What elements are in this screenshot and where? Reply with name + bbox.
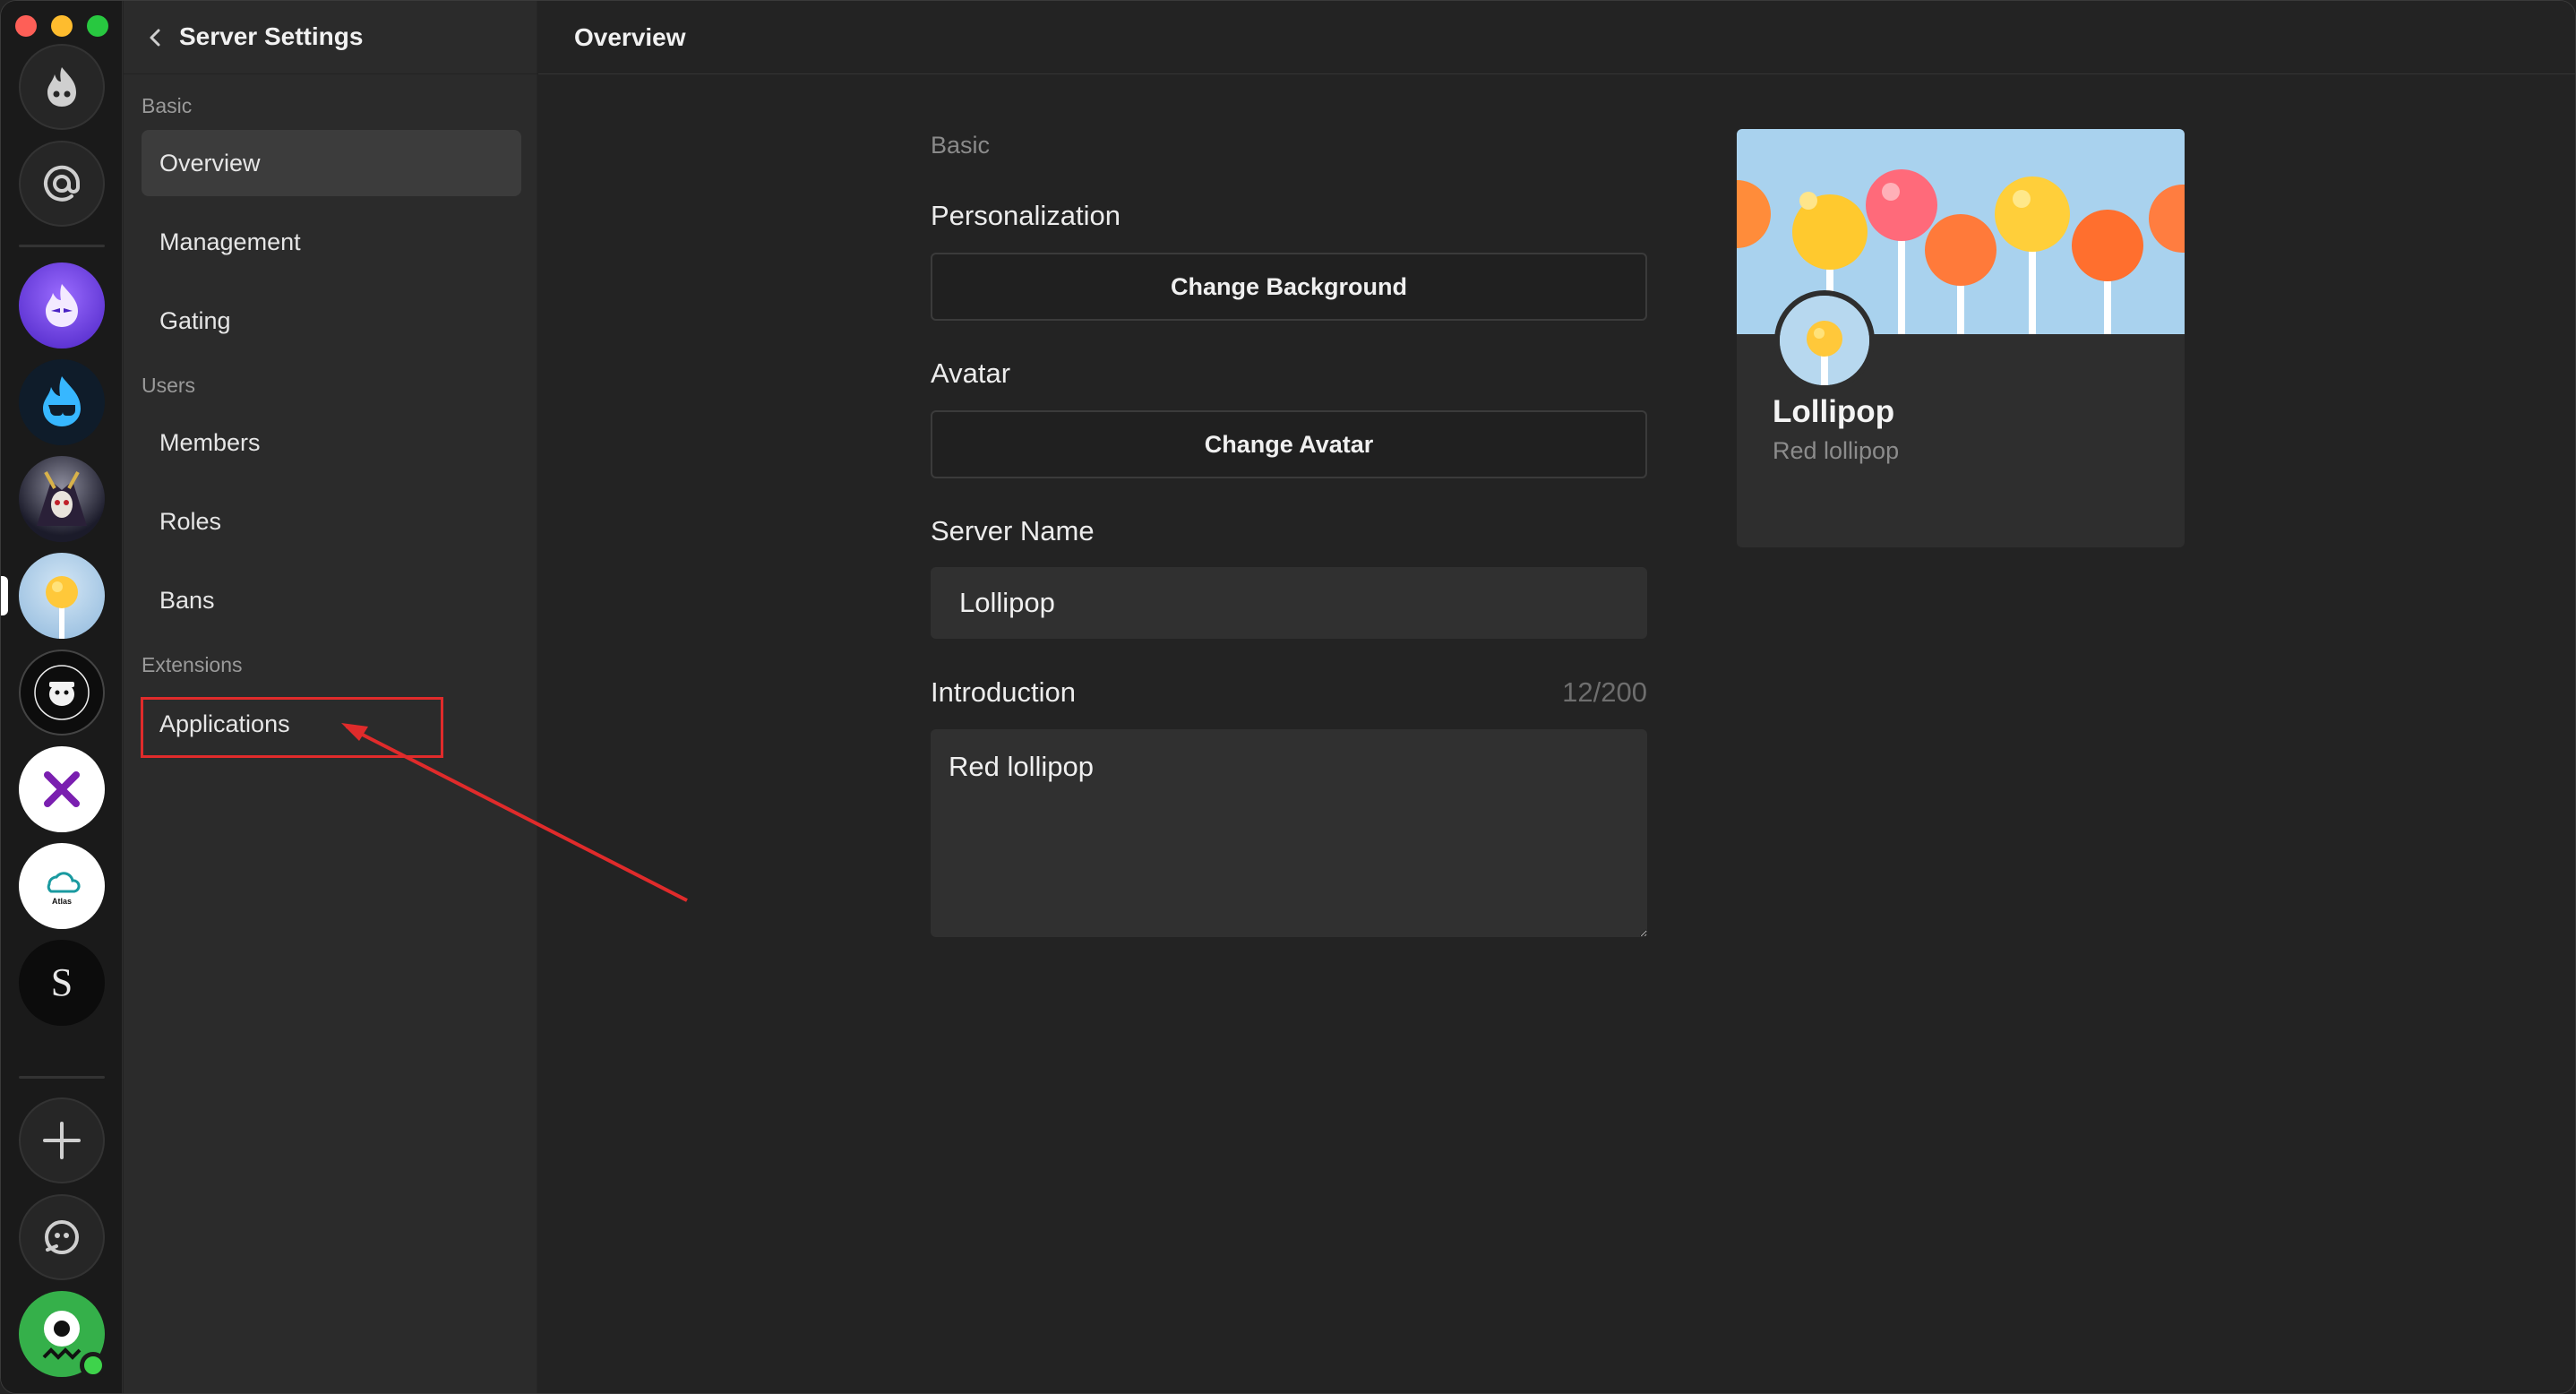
server-purple-flame[interactable] [19, 262, 105, 348]
nav-item-gating[interactable]: Gating [142, 288, 521, 354]
nav-item-label: Roles [159, 507, 222, 535]
page-title: Overview [574, 23, 686, 51]
form-section-label: Basic [931, 132, 991, 159]
section-users: Users [142, 374, 196, 397]
nav-item-label: Gating [159, 306, 231, 334]
server-preview-card: Lollipop Red lollipop [1737, 129, 2185, 547]
blue-flame-icon [43, 376, 81, 426]
rail-divider [19, 245, 105, 247]
close-window-button[interactable] [15, 15, 37, 37]
nav-item-label: Bans [159, 586, 215, 614]
add-server-button[interactable] [19, 1097, 105, 1183]
lollipop-icon [46, 576, 78, 639]
server-x[interactable] [19, 746, 105, 832]
discover-icon [45, 1220, 79, 1254]
main-header: Overview [538, 1, 2575, 74]
home-logo-button[interactable] [19, 44, 105, 130]
nav-item-label: Overview [159, 149, 261, 176]
nav-item-label: Management [159, 228, 301, 255]
personalization-label: Personalization [931, 200, 1121, 231]
logo-icon [47, 67, 76, 107]
online-status-dot [80, 1352, 107, 1379]
mentions-button[interactable] [19, 141, 105, 227]
preview-server-intro: Red lollipop [1773, 437, 1900, 464]
mention-icon [44, 165, 81, 202]
server-s[interactable]: S [19, 940, 105, 1026]
rail-divider-2 [19, 1076, 105, 1079]
introduction-char-counter: 12/200 [1562, 676, 1647, 708]
change-background-button[interactable]: Change Background [931, 253, 1647, 321]
settings-header: Server Settings [124, 1, 537, 74]
server-avatar [1774, 290, 1875, 391]
section-extensions: Extensions [142, 653, 243, 676]
svg-text:Atlas: Atlas [52, 897, 72, 906]
server-rail: Atlas S [1, 1, 123, 1393]
avatar-label: Avatar [931, 357, 1011, 389]
nav-item-overview[interactable]: Overview [142, 130, 521, 196]
app-window: Atlas S Server Settings Basic Overview M… [0, 0, 2576, 1394]
server-name-label: Server Name [931, 515, 1095, 546]
server-skull-knight[interactable] [19, 456, 105, 542]
settings-title: Server Settings [179, 22, 364, 50]
atlas-cloud-icon: Atlas [47, 872, 81, 906]
skull-knight-icon [37, 471, 87, 526]
minimize-window-button[interactable] [51, 15, 73, 37]
introduction-textarea[interactable]: Red lollipop [931, 729, 1647, 937]
zoom-window-button[interactable] [87, 15, 108, 37]
server-blue-flame[interactable] [19, 359, 105, 445]
flame-mascot-icon [46, 284, 78, 327]
profile-avatar[interactable] [19, 1291, 107, 1379]
server-name-input[interactable] [931, 567, 1647, 639]
server-atlas[interactable]: Atlas [19, 843, 105, 929]
annotation-highlight-box [141, 697, 443, 758]
ape-badge-icon [34, 665, 90, 720]
server-boredape[interactable] [19, 650, 105, 736]
nav-item-members[interactable]: Members [142, 409, 521, 476]
add-server-icon [43, 1122, 81, 1159]
nav-item-bans[interactable]: Bans [142, 567, 521, 633]
preview-server-name: Lollipop [1773, 394, 1895, 429]
section-basic: Basic [142, 94, 193, 117]
active-server-indicator [1, 576, 8, 615]
lollipop-avatar-icon [1780, 296, 1869, 385]
nav-item-management[interactable]: Management [142, 209, 521, 275]
server-lollipop[interactable] [19, 553, 105, 639]
s-letter-icon: S [51, 960, 73, 1004]
change-avatar-button[interactable]: Change Avatar [931, 410, 1647, 478]
nav-item-label: Members [159, 428, 261, 456]
discover-button[interactable] [19, 1194, 105, 1280]
x-letter-icon [44, 771, 80, 807]
introduction-label: Introduction [931, 676, 1076, 708]
back-chevron-icon[interactable] [142, 24, 168, 51]
svg-text:S: S [51, 960, 73, 1004]
nav-item-roles[interactable]: Roles [142, 488, 521, 555]
